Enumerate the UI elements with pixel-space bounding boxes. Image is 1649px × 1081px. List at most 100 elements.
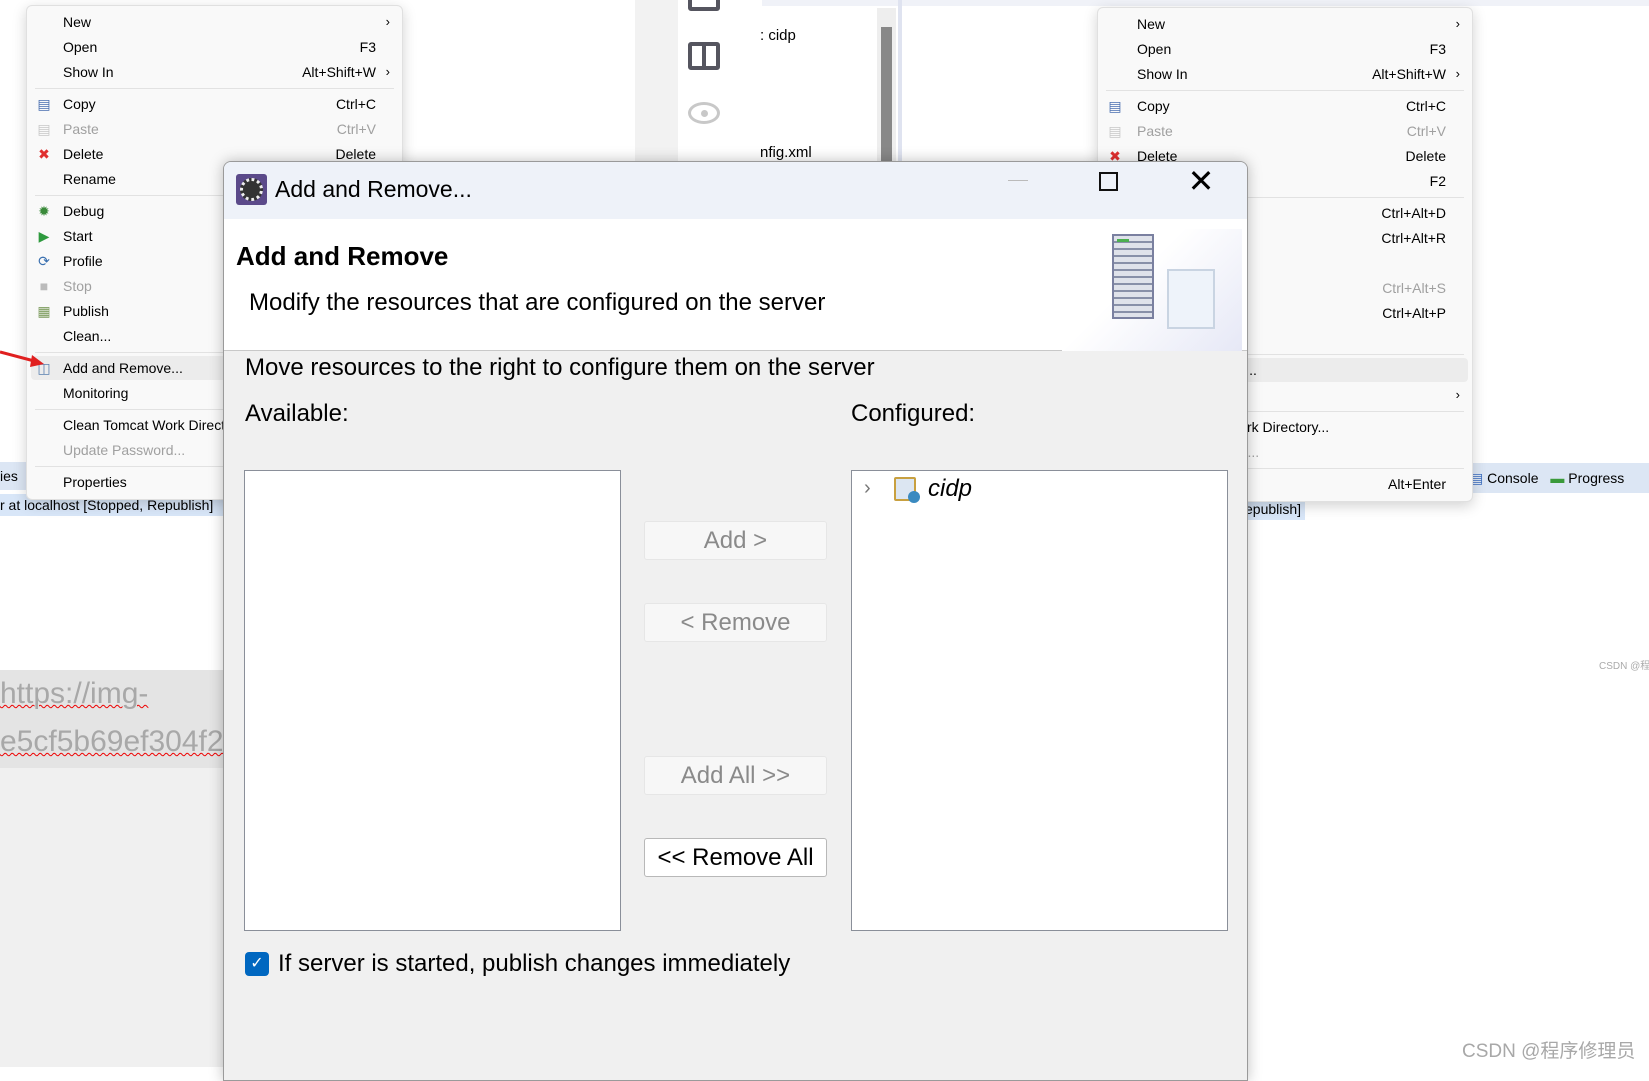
- dialog-header: Add and Remove Modify the resources that…: [224, 219, 1247, 351]
- configured-label: Configured:: [851, 400, 976, 427]
- dialog-titlebar[interactable]: Add and Remove... ✕: [224, 162, 1247, 219]
- menu-item-label: Publish: [63, 303, 109, 319]
- publish-checkbox-label[interactable]: If server is started, publish changes im…: [278, 950, 790, 978]
- available-label: Available:: [245, 400, 349, 427]
- menu-item-label: Profile: [63, 253, 103, 269]
- menu-item-new[interactable]: New ›: [1102, 12, 1468, 36]
- menu-item-label: Monitoring: [63, 385, 129, 401]
- minimize-button[interactable]: [1008, 180, 1028, 181]
- header-title: Add and Remove: [236, 241, 449, 271]
- submenu-arrow-icon: ›: [1455, 387, 1460, 402]
- menu-item-shortcut: Ctrl+Alt+P: [1382, 305, 1446, 321]
- menu-item-label: Show In: [63, 64, 114, 80]
- menu-item-shortcut: Alt+Shift+W: [302, 64, 376, 80]
- menu-item-shortcut: Delete: [1405, 148, 1446, 164]
- top-strip: [762, 0, 1649, 6]
- dialog-window-title: Add and Remove...: [275, 176, 472, 202]
- close-button[interactable]: ✕: [1184, 164, 1218, 198]
- url-line-2: e5cf5b69ef304f29: [0, 725, 241, 758]
- menu-item-copy[interactable]: ▤ Copy Ctrl+C: [31, 92, 398, 116]
- progress-icon: ▬: [1550, 470, 1565, 486]
- server-row-right-label: epublish]: [1245, 501, 1302, 517]
- menu-item-label: New: [63, 14, 92, 30]
- menu-item-label: Start: [63, 228, 93, 244]
- eye-icon[interactable]: [688, 102, 720, 124]
- menu-item-shortcut: Ctrl+C: [335, 96, 376, 112]
- menu-item-label: Paste: [63, 121, 99, 137]
- configured-list[interactable]: › cidp: [851, 470, 1228, 931]
- menu-item-label: Copy: [63, 96, 96, 112]
- lower-left-bg: [0, 768, 260, 1067]
- menu-separator: [1106, 90, 1464, 91]
- tab-progress[interactable]: Progress: [1568, 470, 1624, 486]
- menu-item-label: Open: [63, 39, 98, 55]
- view-tab-label[interactable]: ies: [0, 468, 18, 484]
- menu-item-shortcut: Ctrl+V: [336, 121, 376, 137]
- menu-item-shortcut: F3: [359, 39, 376, 55]
- menu-separator: [35, 88, 394, 89]
- menu-item-label: Update Password...: [63, 442, 186, 458]
- menu-item-open[interactable]: Open F3: [1102, 37, 1468, 61]
- add-all-button[interactable]: Add All >>: [644, 756, 827, 795]
- publish-icon: ▦: [37, 303, 51, 319]
- editor-text-1: : cidp: [760, 27, 796, 44]
- instruction-text: Move resources to the right to configure…: [245, 354, 875, 381]
- menu-item-label: Properties: [63, 474, 127, 490]
- url-block: https://img- e5cf5b69ef304f29: [0, 670, 260, 768]
- maximize-view-icon[interactable]: [688, 0, 720, 11]
- menu-item-new[interactable]: New ›: [31, 10, 398, 34]
- menu-item-shortcut: Ctrl+V: [1406, 123, 1446, 139]
- copy-icon: ▤: [37, 96, 51, 112]
- menu-item-label: Debug: [63, 203, 105, 219]
- red-arrow-annotation: [0, 350, 44, 367]
- remove-all-button[interactable]: << Remove All: [644, 838, 827, 877]
- scrollbar-track[interactable]: [877, 8, 896, 162]
- menu-item-shortcut: Ctrl+Alt+S: [1382, 280, 1446, 296]
- menu-item-open[interactable]: Open F3: [31, 35, 398, 59]
- menu-item-label: Show In: [1137, 66, 1188, 82]
- menu-item-show-in[interactable]: Show In Alt+Shift+W ›: [1102, 62, 1468, 86]
- menu-item-label: New: [1137, 16, 1166, 32]
- publish-checkbox[interactable]: ✓: [245, 952, 269, 976]
- expand-chevron-icon[interactable]: ›: [864, 477, 871, 500]
- eclipse-gear-icon: [236, 174, 267, 205]
- paste-icon: ▤: [1108, 123, 1122, 139]
- menu-item-shortcut: Alt+Enter: [1388, 476, 1446, 492]
- menu-item-shortcut: Alt+Shift+W: [1372, 66, 1446, 82]
- remove-button[interactable]: < Remove: [644, 603, 827, 642]
- url-line-1: https://img-: [0, 677, 149, 710]
- menu-item-label: Clean...: [63, 328, 112, 344]
- menu-item-copy[interactable]: ▤ Copy Ctrl+C: [1102, 94, 1468, 118]
- icon-panel: [678, 0, 878, 162]
- copy-icon: ▤: [1108, 98, 1122, 114]
- menu-item-label: Stop: [63, 278, 92, 294]
- menu-item-paste[interactable]: ▤ Paste Ctrl+V: [31, 117, 398, 141]
- menu-item-label: Rename: [63, 171, 116, 187]
- editor-text-2: nfig.xml: [760, 144, 812, 161]
- paste-icon: ▤: [37, 121, 51, 137]
- maximize-button[interactable]: [1099, 172, 1118, 191]
- menu-item-label: Delete: [63, 146, 104, 162]
- submenu-arrow-icon: ›: [385, 14, 390, 29]
- menu-item-shortcut: Ctrl+C: [1405, 98, 1446, 114]
- side-strip: [635, 0, 678, 162]
- menu-item-label: Paste: [1137, 123, 1173, 139]
- web-module-icon: [894, 477, 920, 503]
- stop-icon: ■: [39, 278, 49, 294]
- split-editor-icon[interactable]: [688, 42, 720, 70]
- menu-item-paste[interactable]: ▤ Paste Ctrl+V: [1102, 119, 1468, 143]
- profile-icon: ⟳: [38, 253, 50, 269]
- debug-icon: ✹: [38, 203, 50, 219]
- tree-item-cidp[interactable]: › cidp: [852, 475, 1052, 505]
- menu-item-show-in[interactable]: Show In Alt+Shift+W ›: [31, 60, 398, 84]
- scrollbar-thumb[interactable]: [881, 27, 892, 162]
- tab-console[interactable]: Console: [1487, 470, 1538, 486]
- available-list[interactable]: [244, 470, 621, 931]
- header-description: Modify the resources that are configured…: [249, 289, 826, 316]
- add-remove-dialog: Add and Remove... ✕ Add and Remove Modif…: [223, 161, 1248, 1081]
- watermark-small: CSDN @程: [1599, 661, 1649, 672]
- submenu-arrow-icon: ›: [1455, 16, 1460, 31]
- submenu-arrow-icon: ›: [1455, 66, 1460, 81]
- add-button[interactable]: Add >: [644, 521, 827, 560]
- server-banner-icon: [1062, 229, 1242, 351]
